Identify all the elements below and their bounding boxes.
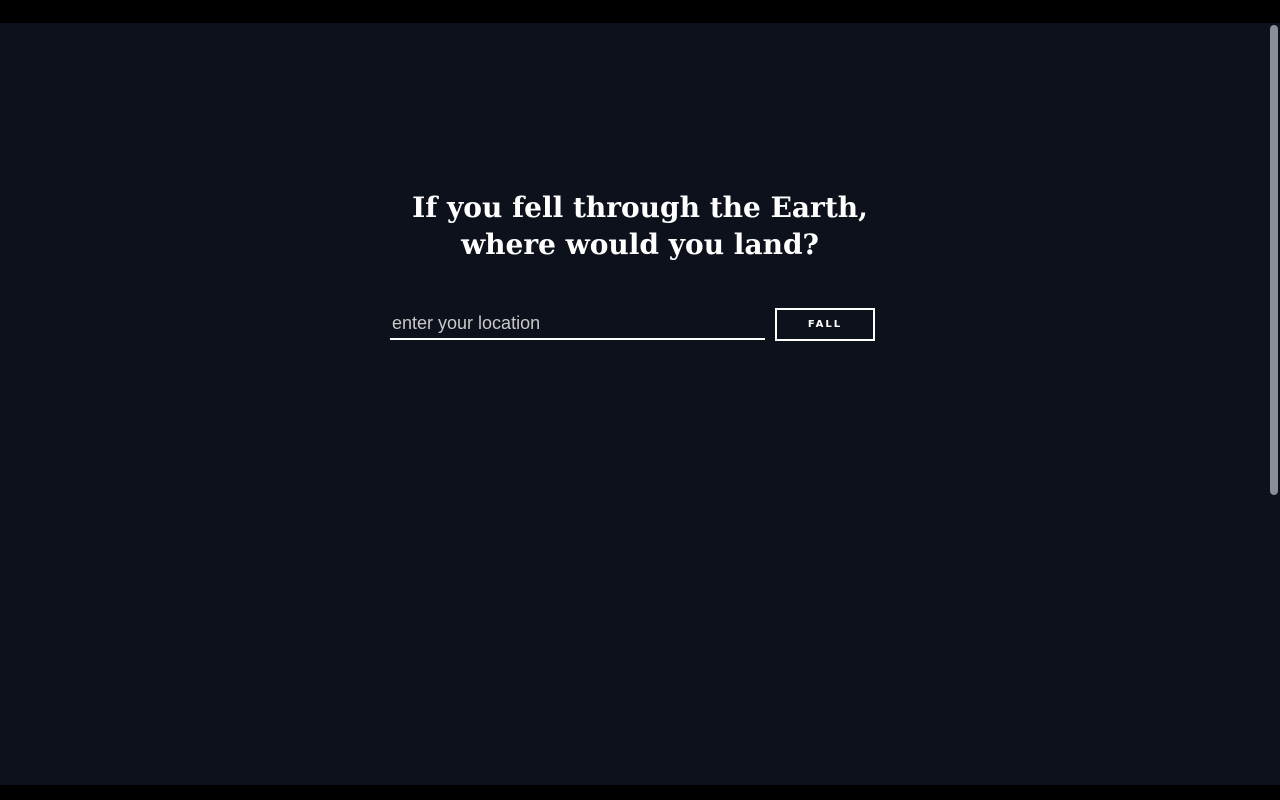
top-bar bbox=[0, 0, 1280, 23]
page-title: If you fell through the Earth, where woul… bbox=[340, 189, 940, 263]
fall-button[interactable]: FALL bbox=[775, 308, 875, 341]
title-line-1: If you fell through the Earth, bbox=[412, 191, 868, 224]
location-input[interactable] bbox=[390, 308, 765, 340]
scrollbar[interactable] bbox=[1270, 25, 1278, 495]
bottom-bar bbox=[0, 785, 1280, 800]
page-background bbox=[0, 23, 1280, 785]
title-line-2: where would you land? bbox=[461, 228, 819, 261]
